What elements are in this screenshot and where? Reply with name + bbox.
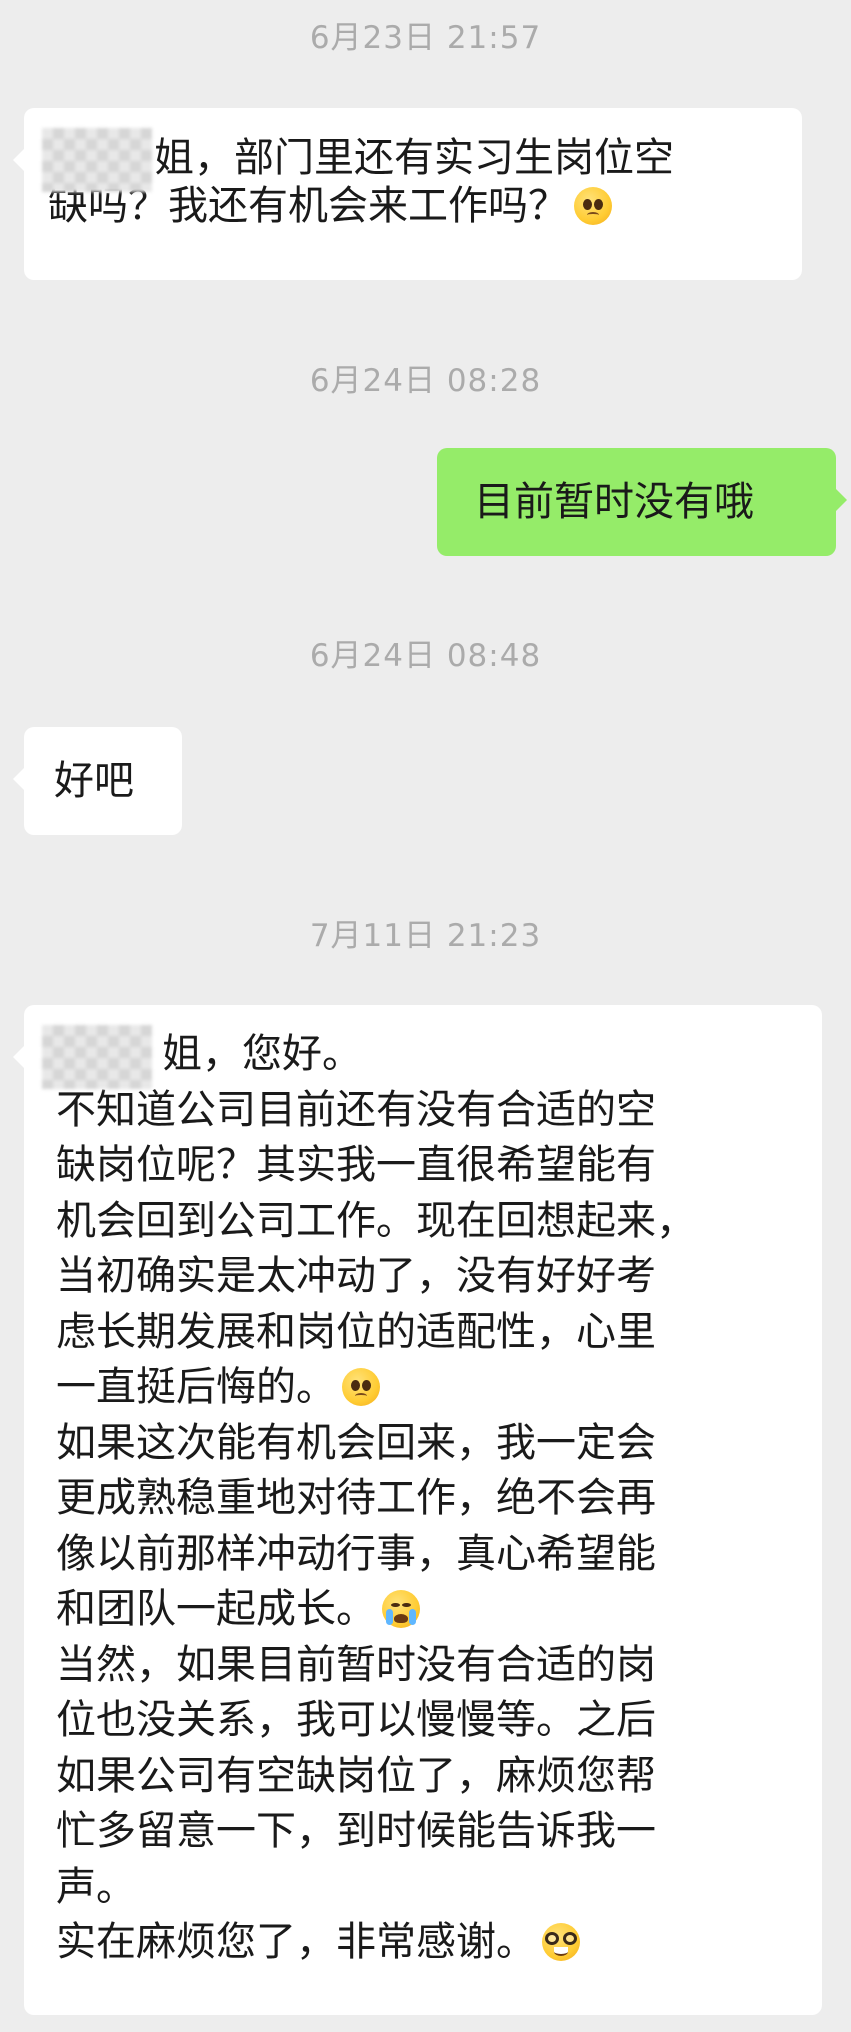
message-text-line: 和团队一起成长。 xyxy=(56,1582,802,1638)
message-text-line: 像以前那样冲动行事，真心希望能 xyxy=(56,1530,656,1577)
message-text-line: 一直挺后悔的。 xyxy=(56,1360,802,1416)
nerd-face-emoji xyxy=(542,1923,580,1961)
pleading-face-emoji xyxy=(574,187,612,225)
message-text-line: 当初确实是太冲动了，没有好好考 xyxy=(56,1253,656,1299)
redacted-name-mosaic xyxy=(42,128,152,192)
message-bubble-incoming[interactable]: 姐，部门里还有实习生岗位空 缺吗？我还有机会来工作吗？ xyxy=(13,108,802,280)
message-text-line: 目前暂时没有哦 xyxy=(474,479,754,525)
redacted-name-mosaic xyxy=(42,1025,152,1089)
timestamp: 6月24日 08:48 xyxy=(309,638,542,674)
message-text-line: 如果这次能有机会回来，我一定会 xyxy=(56,1419,656,1466)
message-bubble-incoming[interactable]: 好吧 xyxy=(13,727,182,835)
message-text-line: 实在麻烦您了，非常感谢。 xyxy=(56,1915,802,1971)
message-text-line: 更成熟稳重地对待工作，绝不会再 xyxy=(56,1475,656,1521)
message-text-line: 缺岗位呢？其实我一直很希望能有 xyxy=(56,1142,656,1188)
message-text-line: 如果公司有空缺岗位了，麻烦您帮 xyxy=(56,1752,656,1799)
pleading-face-emoji xyxy=(342,1368,380,1406)
message-text-line: 姐，部门里还有实习生岗位空 xyxy=(154,135,674,181)
message-bubble-incoming[interactable]: 姐，您好。 不知道公司目前还有没有合适的空 缺岗位呢？其实我一直很希望能有 机会… xyxy=(13,1005,822,2015)
timestamp: 6月24日 08:28 xyxy=(309,363,542,399)
message-text-line: 虑长期发展和岗位的适配性，心里 xyxy=(56,1308,656,1355)
message-text-line: 缺吗？我还有机会来工作吗？ xyxy=(48,182,778,230)
message-text-line: 好吧 xyxy=(54,758,134,804)
timestamp: 7月11日 21:23 xyxy=(309,918,542,954)
loudly-crying-face-emoji xyxy=(382,1590,420,1628)
message-text-line: 机会回到公司工作。现在回想起来， xyxy=(56,1197,696,1244)
message-text-line: 位也没关系，我可以慢慢等。之后 xyxy=(56,1697,656,1743)
message-text-line: 忙多留意一下，到时候能告诉我一 xyxy=(56,1808,656,1854)
timestamp: 6月23日 21:57 xyxy=(309,20,542,56)
message-text-line: 声。 xyxy=(56,1863,136,1910)
message-text-line: 不知道公司目前还有没有合适的空 xyxy=(56,1086,656,1133)
message-text-line: 姐，您好。 xyxy=(162,1031,362,1077)
message-bubble-outgoing[interactable]: 目前暂时没有哦 xyxy=(437,448,847,556)
message-text-line: 当然，如果目前暂时没有合适的岗 xyxy=(56,1641,656,1688)
